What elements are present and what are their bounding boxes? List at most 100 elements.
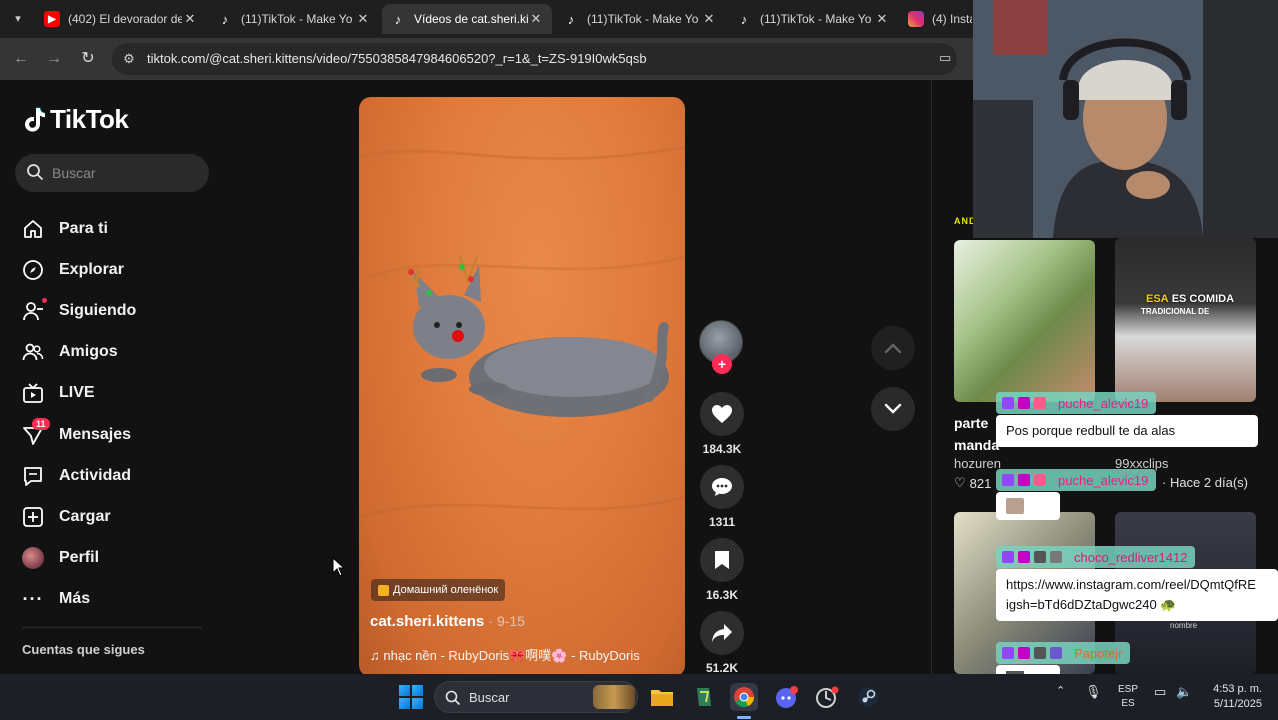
author-name[interactable]: cat.sheri.kittens: [370, 613, 484, 630]
upload-icon: [22, 506, 44, 528]
close-tab-icon[interactable]: ✕: [528, 11, 544, 27]
browser-tab[interactable]: ♪ (11)TikTok - Make Yo ✕: [728, 4, 898, 34]
badge-icon: [1050, 551, 1062, 563]
site-info-icon[interactable]: ⚙: [120, 50, 138, 68]
chat-text-line: https://www.instagram.com/reel/DQmtQfRE: [1006, 577, 1256, 592]
badge-icon: [1002, 647, 1014, 659]
effect-icon: [378, 584, 389, 596]
save-button[interactable]: 16.3K: [699, 538, 745, 602]
browser-tab[interactable]: ♪ (11)TikTok - Make Yo ✕: [555, 4, 725, 34]
tab-title: Vídeos de cat.sheri.ki: [414, 12, 528, 26]
windows-taskbar: Buscar ⌃ 🎙 ESP ES ▭ 🔈 4:53 p. m. 5/11/20…: [0, 674, 1278, 720]
comment-button[interactable]: 1311: [699, 465, 745, 529]
following-icon: [22, 300, 44, 322]
tab-search-dropdown-icon[interactable]: ▾: [6, 8, 30, 30]
back-icon[interactable]: ←: [10, 48, 32, 70]
close-tab-icon[interactable]: ✕: [874, 11, 890, 27]
browser-tab[interactable]: (4) Insta: [900, 4, 980, 34]
forward-icon[interactable]: →: [43, 48, 65, 70]
system-clock[interactable]: 4:53 p. m. 5/11/2025: [1213, 682, 1262, 712]
video-title[interactable]: parte manda: [954, 412, 999, 456]
chat-header: puche_alevic19: [996, 469, 1157, 491]
emote-image: [1006, 498, 1024, 514]
reload-icon[interactable]: ↻: [77, 48, 99, 70]
like-button[interactable]: 184.3K: [699, 392, 745, 456]
discord-icon[interactable]: [772, 683, 800, 711]
chat-username: puche_alevic19: [1058, 472, 1149, 488]
heart-badge-icon: [1034, 397, 1046, 409]
sidebar-item-mas[interactable]: ··· Más: [22, 579, 222, 620]
video-date: · 9-15: [488, 613, 525, 629]
app-icon[interactable]: [690, 683, 718, 711]
url-text: tiktok.com/@cat.sheri.kittens/video/7550…: [147, 51, 647, 66]
video-user[interactable]: hozuren: [954, 456, 1001, 471]
next-video-button[interactable]: [871, 387, 915, 431]
sidebar-item-mensajes[interactable]: 11 Mensajes: [22, 414, 222, 455]
sidebar-item-amigos[interactable]: Amigos: [22, 332, 222, 373]
app-icon[interactable]: [813, 683, 841, 711]
windows-start-icon[interactable]: [399, 685, 423, 709]
video-time: · Hace 2 día(s): [1162, 475, 1248, 490]
badge-icon: [1002, 397, 1014, 409]
previous-video-button[interactable]: [871, 326, 915, 370]
sidebar-item-label: Más: [59, 590, 91, 608]
tiktok-icon: ♪: [567, 11, 575, 27]
tiktok-logo[interactable]: TikTok: [22, 104, 129, 135]
share-button[interactable]: 51.2K: [699, 611, 745, 675]
comment-count: 1311: [708, 515, 736, 529]
browser-tab[interactable]: ♪ (11)TikTok - Make Yo ✕: [209, 4, 379, 34]
live-icon: [22, 382, 44, 404]
close-tab-icon[interactable]: ✕: [355, 11, 371, 27]
sidebar-item-explorar[interactable]: Explorar: [22, 249, 222, 290]
show-hidden-icons[interactable]: ⌃: [1056, 684, 1065, 697]
close-tab-icon[interactable]: ✕: [182, 11, 198, 27]
browser-tab[interactable]: ▶ (402) El devorador de ✕: [36, 4, 206, 34]
chat-emote: [996, 492, 1060, 520]
effect-chip[interactable]: Домашний оленёнок: [371, 579, 506, 601]
sidebar-item-perfil[interactable]: Perfil: [22, 538, 222, 579]
following-accounts-header: Cuentas que sigues: [22, 642, 145, 657]
chat-username: puche_alevic19: [1058, 395, 1149, 411]
network-icon[interactable]: ▭: [1154, 684, 1166, 700]
activity-icon: [22, 465, 44, 487]
browser-tab-active[interactable]: ♪ Vídeos de cat.sheri.ki ✕: [382, 4, 552, 34]
tiktok-icon: ♪: [394, 11, 402, 27]
compass-icon: [22, 259, 44, 281]
video-player[interactable]: Домашний оленёнок cat.sheri.kittens · 9-…: [359, 97, 685, 677]
badge-icon: [1050, 647, 1062, 659]
cast-icon[interactable]: ▭: [939, 50, 957, 68]
volume-icon[interactable]: 🔈: [1176, 684, 1192, 700]
sidebar-item-siguiendo[interactable]: Siguiendo: [22, 290, 222, 331]
file-explorer-icon[interactable]: [648, 683, 676, 711]
steam-icon[interactable]: [854, 683, 882, 711]
sidebar-item-actividad[interactable]: Actividad: [22, 455, 222, 496]
search-icon: [27, 164, 43, 180]
video-title-line: manda: [954, 437, 1000, 453]
video-music[interactable]: ♫ nhạc nền - RubyDoris🎀啊噗🌸 - RubyDoris: [370, 645, 640, 664]
search-input[interactable]: Buscar: [15, 154, 209, 192]
more-icon: ···: [22, 588, 44, 609]
sidebar-item-live[interactable]: LIVE: [22, 373, 222, 414]
sidebar-item-para-ti[interactable]: Para ti: [22, 208, 222, 249]
badge-icon: [1018, 474, 1030, 486]
bookmark-icon: [700, 538, 744, 582]
video-likes: ♡ 821: [954, 475, 991, 491]
tab-title: (402) El devorador de: [68, 12, 182, 26]
tab-title: (11)TikTok - Make Yo: [760, 12, 872, 26]
sidebar-item-cargar[interactable]: Cargar: [22, 496, 222, 537]
video-author[interactable]: cat.sheri.kittens · 9-15: [370, 613, 525, 630]
microphone-icon[interactable]: 🎙: [1085, 684, 1102, 700]
language-line: ESP: [1118, 684, 1139, 695]
sidebar-item-label: Explorar: [59, 260, 124, 278]
language-indicator[interactable]: ESP ES: [1118, 683, 1138, 711]
video-thumbnail[interactable]: ESA ES COMIDA TRADICIONAL DE: [1115, 238, 1256, 402]
taskbar-search[interactable]: Buscar: [434, 681, 638, 713]
chat-message: choco_redliver1412 https://www.instagram…: [996, 546, 1278, 621]
effect-chip-label: Домашний оленёнок: [393, 584, 499, 596]
address-bar[interactable]: ⚙ tiktok.com/@cat.sheri.kittens/video/75…: [112, 43, 957, 75]
close-tab-icon[interactable]: ✕: [701, 11, 717, 27]
badge-icon: [1018, 647, 1030, 659]
chrome-icon[interactable]: [730, 683, 758, 711]
follow-plus-icon[interactable]: +: [712, 354, 732, 374]
video-thumbnail[interactable]: [954, 240, 1095, 402]
